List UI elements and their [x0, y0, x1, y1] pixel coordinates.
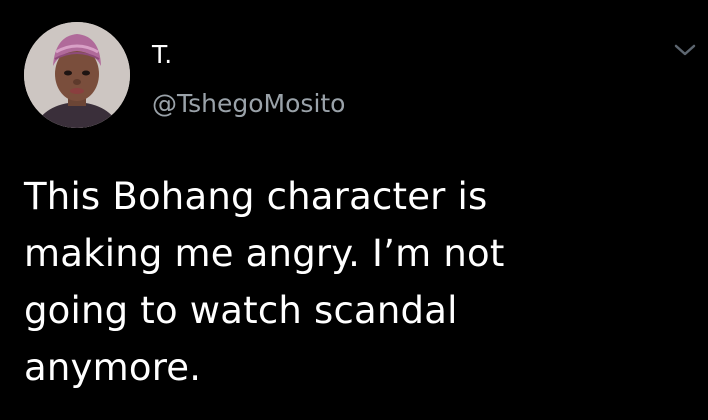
- user-avatar-photo-icon: [24, 22, 130, 128]
- tweet-text-line: anymore.: [24, 346, 202, 389]
- tweet-text-line: going to watch scandal: [24, 289, 458, 332]
- display-name[interactable]: T.: [152, 40, 172, 70]
- tweet-text-line: making me angry. I’m not: [24, 232, 505, 275]
- user-handle[interactable]: @TshegoMosito: [152, 89, 345, 119]
- tweet-text-line: This Bohang character is: [24, 175, 488, 218]
- tweet-text: This Bohang character is making me angry…: [24, 168, 674, 396]
- tweet-card: T. @TshegoMosito This Bohang character i…: [0, 0, 708, 420]
- chevron-down-icon[interactable]: [672, 40, 698, 60]
- avatar[interactable]: [24, 22, 130, 128]
